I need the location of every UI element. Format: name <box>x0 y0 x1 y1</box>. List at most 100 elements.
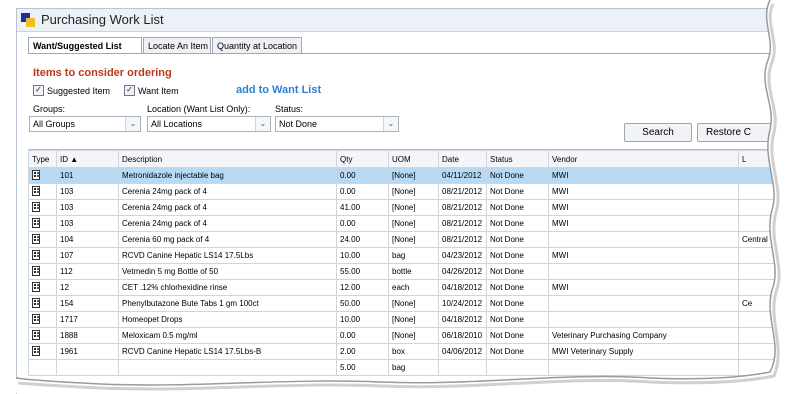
table-row[interactable]: 107RCVD Canine Hepatic LS14 17.5Lbs10.00… <box>29 248 786 264</box>
cell-type <box>29 216 57 232</box>
cell-status: Not Done <box>487 296 549 312</box>
table-row[interactable]: 1961RCVD Canine Hepatic LS14 17.5Lbs-B2.… <box>29 344 786 360</box>
cell-vendor <box>549 296 739 312</box>
chevron-down-icon[interactable]: ⌄ <box>255 117 270 131</box>
check-icon: ✓ <box>33 85 44 96</box>
cell-location <box>739 248 786 264</box>
chevron-down-icon[interactable]: ⌄ <box>383 117 398 131</box>
item-type-icon <box>32 314 40 324</box>
cell-description: Cerenia 24mg pack of 4 <box>119 216 337 232</box>
item-type-icon <box>32 170 40 180</box>
cell-description: Cerenia 24mg pack of 4 <box>119 200 337 216</box>
cell-status: Not Done <box>487 328 549 344</box>
cell-location <box>739 216 786 232</box>
cell-status: Not Done <box>487 248 549 264</box>
item-type-icon <box>32 330 40 340</box>
table-row[interactable]: 12CET .12% chlorhexidine rinse12.00each0… <box>29 280 786 296</box>
cell-location <box>739 200 786 216</box>
status-select[interactable]: Not Done ⌄ <box>275 116 399 132</box>
table-row[interactable]: 1888Meloxicam 0.5 mg/ml0.00[None]06/18/2… <box>29 328 786 344</box>
tab-divider <box>28 53 786 54</box>
cell-id: 112 <box>57 264 119 280</box>
cell-vendor: MWI Veterinary Supply <box>549 344 739 360</box>
cell-date: 04/11/2012 <box>439 168 487 184</box>
cell-qty: 0.00 <box>337 328 389 344</box>
cell-uom: [None] <box>389 168 439 184</box>
suggested-item-checkbox[interactable]: ✓Suggested Item <box>33 85 110 97</box>
cell-location <box>739 264 786 280</box>
table-row[interactable]: 103Cerenia 24mg pack of 40.00[None]08/21… <box>29 184 786 200</box>
table-row[interactable]: 104Cerenia 60 mg pack of 424.00[None]08/… <box>29 232 786 248</box>
item-type-icon <box>32 250 40 260</box>
cell-location: Central <box>739 232 786 248</box>
cell-type <box>29 360 57 376</box>
col-location[interactable]: L <box>739 151 786 168</box>
cell-date: 04/23/2012 <box>439 248 487 264</box>
search-button[interactable]: Search <box>624 123 692 142</box>
location-label: Location (Want List Only): <box>147 104 250 114</box>
col-id[interactable]: ID ▲ <box>57 151 119 168</box>
app-icon <box>21 13 35 27</box>
table-row[interactable]: 103Cerenia 24mg pack of 40.00[None]08/21… <box>29 216 786 232</box>
purchasing-window: Purchasing Work List Want/Suggested List… <box>16 8 786 394</box>
cell-uom: [None] <box>389 312 439 328</box>
table-row[interactable]: 154Phenylbutazone Bute Tabs 1 gm 100ct50… <box>29 296 786 312</box>
cell-uom: [None] <box>389 296 439 312</box>
cell-qty: 10.00 <box>337 248 389 264</box>
cell-vendor: Veterinary Purchasing Company <box>549 328 739 344</box>
cell-vendor: MWI <box>549 248 739 264</box>
col-vendor[interactable]: Vendor <box>549 151 739 168</box>
table-row[interactable]: 1717Homeopet Drops10.00[None]04/18/2012N… <box>29 312 786 328</box>
restore-button[interactable]: Restore C <box>697 123 786 142</box>
table-row[interactable]: 101Metronidazole injectable bag0.00[None… <box>29 168 786 184</box>
want-item-checkbox[interactable]: ✓Want Item <box>124 85 179 97</box>
cell-uom: [None] <box>389 184 439 200</box>
cell-location <box>739 328 786 344</box>
cell-status: Not Done <box>487 312 549 328</box>
cell-vendor <box>549 232 739 248</box>
cell-vendor <box>549 312 739 328</box>
col-status[interactable]: Status <box>487 151 549 168</box>
cell-status: Not Done <box>487 168 549 184</box>
cell-qty: 2.00 <box>337 344 389 360</box>
cell-date: 10/24/2012 <box>439 296 487 312</box>
cell-description: RCVD Canine Hepatic LS14 17.5Lbs-B <box>119 344 337 360</box>
cell-status: Not Done <box>487 184 549 200</box>
cell-type <box>29 328 57 344</box>
cell-qty: 24.00 <box>337 232 389 248</box>
table-row[interactable]: 112Vetmedin 5 mg Bottle of 5055.00bottle… <box>29 264 786 280</box>
col-date[interactable]: Date <box>439 151 487 168</box>
location-value: All Locations <box>151 119 202 129</box>
cell-description: Metronidazole injectable bag <box>119 168 337 184</box>
cell-date: 04/26/2012 <box>439 264 487 280</box>
cell-vendor: MWI <box>549 184 739 200</box>
add-to-want-list-link[interactable]: add to Want List <box>236 84 321 96</box>
cell-type <box>29 344 57 360</box>
col-type[interactable]: Type <box>29 151 57 168</box>
cell-uom: box <box>389 344 439 360</box>
tab-quantity-at-location[interactable]: Quantity at Location <box>212 37 302 53</box>
tab-want-suggested-list[interactable]: Want/Suggested List <box>28 37 142 54</box>
table-row[interactable]: 5.00bag <box>29 360 786 376</box>
cell-vendor: MWI <box>549 168 739 184</box>
cell-id: 154 <box>57 296 119 312</box>
col-qty[interactable]: Qty <box>337 151 389 168</box>
col-description[interactable]: Description <box>119 151 337 168</box>
cell-id: 1961 <box>57 344 119 360</box>
groups-select[interactable]: All Groups ⌄ <box>29 116 141 132</box>
cell-id: 12 <box>57 280 119 296</box>
cell-qty: 0.00 <box>337 216 389 232</box>
want-item-label: Want Item <box>138 86 179 96</box>
cell-status: Not Done <box>487 264 549 280</box>
tab-locate-an-item[interactable]: Locate An Item <box>143 37 211 53</box>
cell-status: Not Done <box>487 280 549 296</box>
table-row[interactable]: 103Cerenia 24mg pack of 441.00[None]08/2… <box>29 200 786 216</box>
location-select[interactable]: All Locations ⌄ <box>147 116 271 132</box>
chevron-down-icon[interactable]: ⌄ <box>125 117 140 131</box>
cell-id: 101 <box>57 168 119 184</box>
cell-location <box>739 184 786 200</box>
cell-qty: 10.00 <box>337 312 389 328</box>
cell-vendor <box>549 264 739 280</box>
col-uom[interactable]: UOM <box>389 151 439 168</box>
cell-status: Not Done <box>487 200 549 216</box>
